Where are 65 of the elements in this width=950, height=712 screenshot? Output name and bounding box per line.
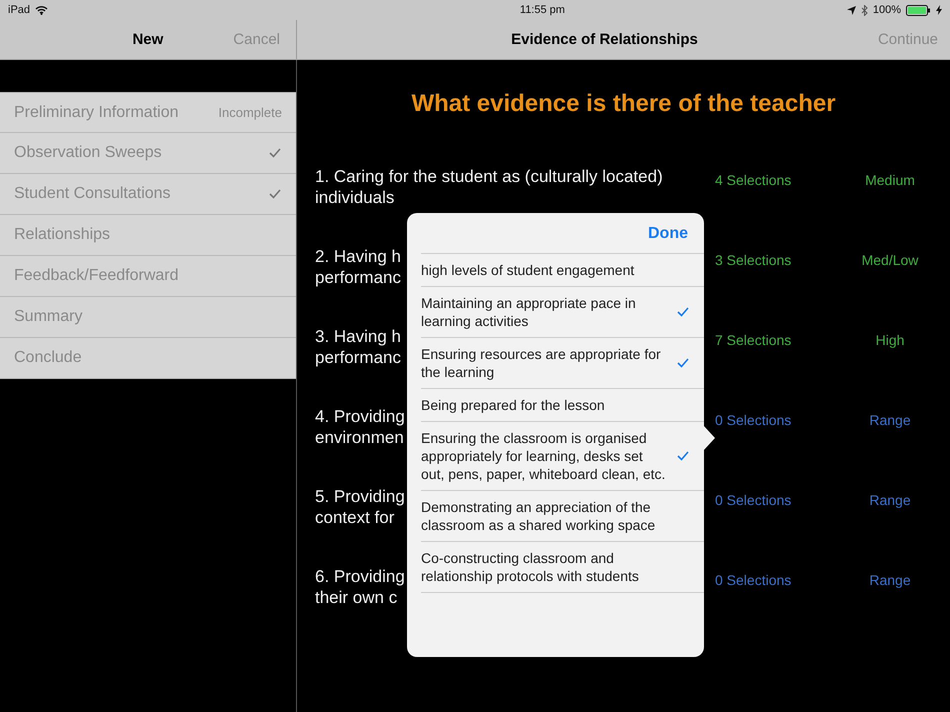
option-row[interactable]: Co-constructing classroom and relationship protocols with students [421,542,704,593]
criterion-text: 1. Caring for the student as (culturally located) [315,166,663,187]
option-label: Maintaining an appropriate pace in learning activities [421,294,637,330]
criterion-text: individuals [315,187,394,208]
done-button[interactable]: Done [648,225,688,243]
nav-title: New [132,31,164,48]
criterion-text: environmen [315,427,404,448]
battery-percent: 100% [872,4,901,16]
criterion-text: performanc [315,267,401,288]
sidebar-label: Student Consultations [14,185,172,203]
rating-label[interactable]: High [876,332,904,348]
criterion-text: 6. Providing [315,566,405,587]
option-label: Demonstrating an appreciation of the classroom as a shared working space [421,498,656,534]
battery-icon [906,4,931,16]
option-row[interactable]: high levels of student engagement [421,254,704,287]
nav-title: Evidence of Relationships [510,31,699,48]
criterion-text: 3. Having h [315,326,401,347]
sidebar-item[interactable]: Summary [0,297,296,338]
rating-label[interactable]: Medium [865,172,915,188]
option-row[interactable]: Being prepared for the lesson [421,389,704,422]
rating-label[interactable]: Range [869,492,911,508]
sidebar-label: Relationships [14,226,112,244]
selection-count[interactable]: 0 Selections [715,492,792,508]
option-label: Ensuring resources are appropriate for the learning [421,345,662,381]
sidebar-label: Feedback/Feedforward [14,267,180,285]
sidebar-label: Observation Sweeps [14,144,163,162]
selection-count[interactable]: 0 Selections [715,412,792,428]
device-name: iPad [8,4,30,16]
status-label: Incomplete [218,105,282,120]
clock: 11:55 pm [520,4,565,16]
criterion-text: 4. Providing [315,406,405,427]
selection-count[interactable]: 0 Selections [715,572,792,588]
option-row[interactable]: Ensuring the classroom is organised appropriately for learning, desks set out, pens, paper, whiteboard clean, etc. [421,422,704,491]
wifi-icon [35,5,48,15]
criterion-text: 5. Providing [315,486,405,507]
criterion-text: context for [315,507,394,528]
rating-label[interactable]: Range [869,412,911,428]
criterion-text: performanc [315,347,401,368]
option-row[interactable]: Demonstrating an appreciation of the classroom as a shared working space [421,491,704,542]
sidebar-item[interactable]: Preliminary Information Incomplete [0,92,296,133]
sidebar-label: Conclude [14,349,83,367]
option-row[interactable]: Ensuring resources are appropriate for the learning [421,338,704,389]
charging-bolt-icon [936,5,942,15]
sidebar-label: Summary [14,308,84,326]
option-label: Co-constructing classroom and relationship protocols with students [421,549,640,585]
sidebar-item[interactable]: Relationships [0,215,296,256]
selection-count[interactable]: 7 Selections [715,332,792,348]
option-row[interactable]: Maintaining an appropriate pace in learning activities [421,287,704,338]
bluetooth-icon [860,4,868,16]
criterion-text: 2. Having h [315,246,401,267]
sidebar-label: Preliminary Information [14,104,180,122]
rating-label[interactable]: Med/Low [862,252,918,268]
option-label: Ensuring the classroom is organised appropriately for learning, desks set out, pens, paper, whiteboard clean, etc. [421,429,666,483]
sidebar-item[interactable]: Feedback/Feedforward [0,256,296,297]
rating-label[interactable]: Range [869,572,911,588]
option-label: high levels of student engagement [421,261,636,279]
sidebar-item[interactable]: Conclude [0,338,296,379]
sidebar-item[interactable]: Observation Sweeps [0,133,296,174]
sidebar-item[interactable]: Student Consultations [0,174,296,215]
selection-count[interactable]: 3 Selections [715,252,792,268]
selection-count[interactable]: 4 Selections [715,172,792,188]
criterion-text: their own c [315,587,398,608]
location-arrow-icon [846,6,856,14]
option-label: Being prepared for the lesson [421,396,606,414]
page-heading: What evidence is there of the teacher [410,90,837,118]
